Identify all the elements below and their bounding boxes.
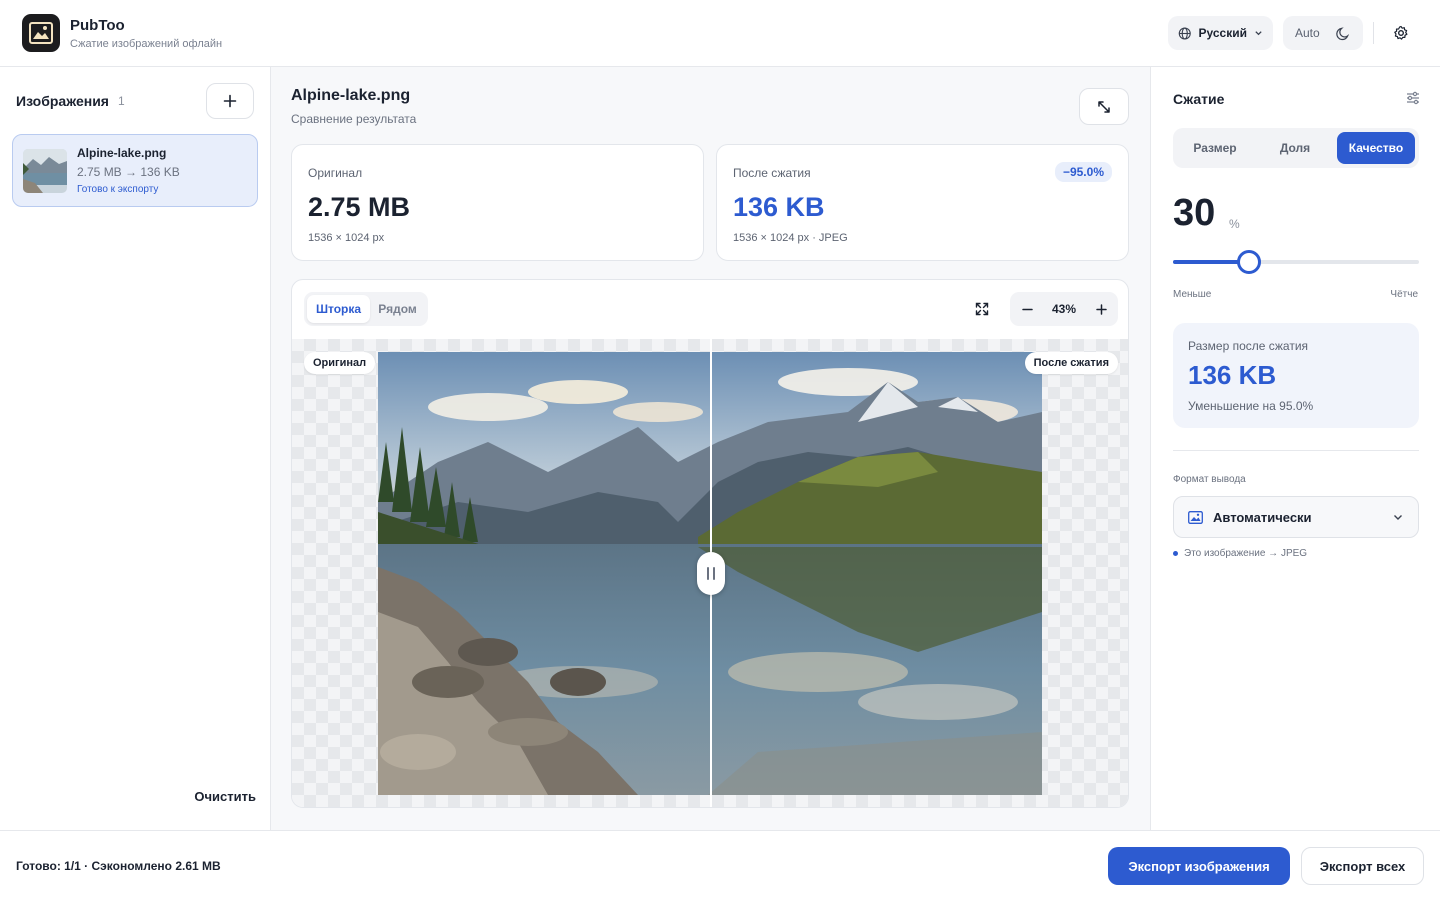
sliders-icon[interactable] [1405, 90, 1421, 106]
fullscreen-icon [975, 302, 989, 316]
header-divider [1373, 22, 1374, 44]
app-logo-icon [22, 14, 60, 52]
chevron-down-icon [1394, 515, 1402, 520]
zoom-level: 43% [1051, 302, 1077, 316]
tab-side-by-side[interactable]: Рядом [370, 295, 425, 323]
zoom-out-button[interactable] [1018, 300, 1036, 318]
file-name: Alpine-lake.png [77, 146, 167, 160]
language-label: Русский [1198, 26, 1248, 40]
slider-min-label: Меньше [1173, 289, 1212, 300]
status-dot [1173, 551, 1178, 556]
zoom-control: 43% [1010, 292, 1118, 326]
panel-title: Сжатие [1173, 91, 1225, 107]
original-tag: Оригинал [304, 352, 376, 374]
images-count: 1 [118, 94, 125, 108]
sidebar-title: Изображения [16, 93, 109, 109]
gear-icon [1394, 25, 1408, 40]
images-sidebar: Изображения 1 Alpine-lake.png 2.75 MB → … [0, 67, 271, 830]
page-subtitle: Сравнение результата [291, 112, 417, 126]
minus-icon [1021, 308, 1033, 310]
result-card: Размер после сжатия 136 KB Уменьшение на… [1173, 323, 1419, 428]
compressed-size-value: 136 KB [733, 192, 825, 222]
image-icon [1188, 510, 1203, 524]
fit-screen-button[interactable] [972, 299, 992, 319]
slider-thumb[interactable] [1237, 250, 1262, 274]
quality-slider[interactable] [1173, 250, 1419, 274]
compressed-tag: После сжатия [1024, 352, 1118, 374]
result-note: Уменьшение на 95.0% [1188, 399, 1314, 413]
status-text: Готово: 1/1 · Сэкономлено 2.61 MB [16, 859, 221, 873]
moon-icon [1336, 26, 1350, 40]
app-title: PubToo [70, 17, 125, 34]
result-label: Размер после сжатия [1188, 339, 1309, 353]
compression-panel: Сжатие Размер Доля Качество 30 % Меньше … [1150, 67, 1440, 830]
compressed-size-card: После сжатия −95.0% 136 KB 1536 × 1024 p… [716, 144, 1129, 261]
expand-arrows-icon [1098, 100, 1110, 113]
compression-mode-tabs: Размер Доля Качество [1173, 128, 1419, 168]
expand-button[interactable] [1079, 88, 1129, 125]
format-value: Автоматически [1213, 509, 1312, 525]
tab-quality[interactable]: Качество [1337, 132, 1415, 164]
file-sizes: 2.75 MB → 136 KB [77, 165, 180, 179]
zoom-in-button[interactable] [1092, 300, 1110, 318]
reduction-badge: −95.0% [1054, 162, 1112, 182]
plus-icon [223, 94, 237, 108]
original-size-card: Оригинал 2.75 MB 1536 × 1024 px [291, 144, 704, 261]
app-subtitle: Сжатие изображений офлайн [70, 38, 223, 50]
result-value: 136 KB [1188, 360, 1277, 390]
app-header: PubToo Сжатие изображений офлайн Русский… [0, 0, 1440, 67]
add-image-button[interactable] [206, 83, 254, 119]
language-select[interactable]: Русский [1168, 16, 1273, 50]
file-status: Готово к экспорту [77, 184, 159, 195]
original-size-value: 2.75 MB [308, 192, 411, 222]
slider-max-label: Чётче [1390, 289, 1418, 300]
original-label: Оригинал [308, 166, 363, 180]
plus-icon [1095, 303, 1107, 315]
format-select[interactable]: Автоматически [1173, 496, 1419, 538]
original-meta: 1536 × 1024 px [308, 232, 385, 244]
theme-label: Auto [1295, 26, 1320, 40]
quality-unit: % [1229, 217, 1240, 231]
file-thumbnail [23, 149, 67, 193]
quality-value: 30 [1173, 192, 1216, 234]
comparison-viewer: Шторка Рядом 43% Оригинал После сжатия [291, 279, 1129, 808]
format-hint: Это изображение → JPEG [1173, 548, 1307, 559]
compressed-label: После сжатия [733, 166, 811, 180]
settings-button[interactable] [1388, 20, 1414, 46]
page-title: Alpine-lake.png [291, 87, 411, 104]
compressed-meta: 1536 × 1024 px · JPEG [733, 232, 848, 244]
export-all-button[interactable]: Экспорт всех [1301, 847, 1424, 885]
tab-ratio[interactable]: Доля [1257, 132, 1333, 164]
image-canvas[interactable]: Оригинал После сжатия [292, 339, 1128, 807]
format-label: Формат вывода [1173, 474, 1246, 485]
split-handle[interactable] [697, 552, 725, 595]
panel-divider [1173, 450, 1419, 451]
globe-icon [1178, 26, 1191, 40]
format-hint-text: Это изображение → JPEG [1184, 548, 1308, 559]
file-list-item[interactable]: Alpine-lake.png 2.75 MB → 136 KB Готово … [12, 134, 258, 207]
chevron-down-icon [1255, 31, 1262, 36]
theme-toggle[interactable]: Auto [1283, 16, 1363, 50]
app-footer: Готово: 1/1 · Сэкономлено 2.61 MB Экспор… [0, 830, 1440, 900]
tab-size[interactable]: Размер [1177, 132, 1253, 164]
tab-curtain[interactable]: Шторка [307, 295, 370, 323]
export-image-button[interactable]: Экспорт изображения [1108, 847, 1290, 885]
view-mode-toggle: Шторка Рядом [304, 292, 428, 326]
clear-button[interactable]: Очистить [176, 789, 256, 804]
